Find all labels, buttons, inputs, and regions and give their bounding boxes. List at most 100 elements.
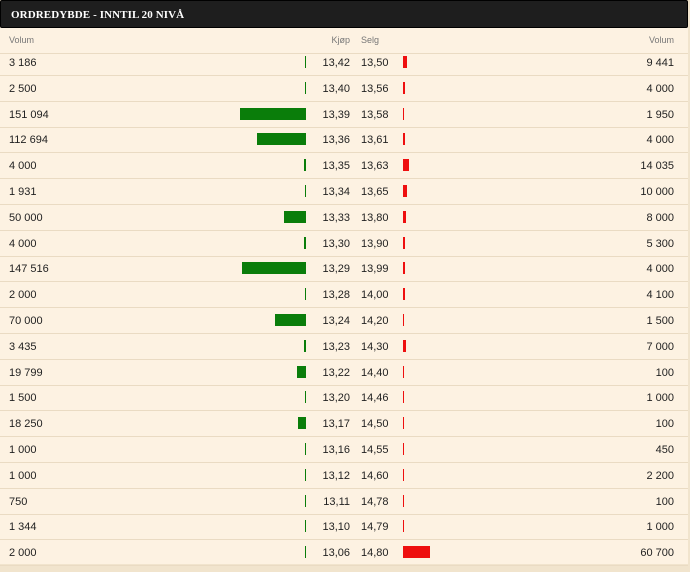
order-row: 70 000 13,24 14,20 1 500 — [0, 308, 688, 334]
sell-depth-bar — [403, 366, 404, 378]
sell-depth-bar — [403, 391, 404, 403]
buy-volume: 151 094 — [9, 109, 49, 121]
sell-depth-bar — [403, 211, 406, 223]
sell-volume: 1 950 — [646, 109, 674, 121]
bid-price: 13,22 — [322, 367, 350, 379]
buy-volume: 147 516 — [9, 263, 49, 275]
buy-depth-bar — [305, 546, 306, 558]
sell-volume: 4 000 — [646, 134, 674, 146]
buy-depth-bar — [305, 391, 306, 403]
buy-volume: 3 435 — [9, 341, 37, 353]
widget-header: ORDREDYBDE - INNTIL 20 NIVÅ — [0, 0, 688, 28]
order-row: 4 000 13,30 13,90 5 300 — [0, 231, 688, 257]
ask-price: 14,50 — [361, 418, 389, 430]
sell-depth-bar — [403, 185, 407, 197]
bid-price: 13,24 — [322, 315, 350, 327]
buy-volume-header: Volum — [9, 35, 35, 45]
sell-depth-bar — [403, 546, 430, 558]
sell-depth-bar — [403, 314, 404, 326]
buy-volume: 50 000 — [9, 212, 43, 224]
buy-volume: 4 000 — [9, 238, 37, 250]
buy-volume: 4 000 — [9, 160, 37, 172]
ask-price: 14,78 — [361, 496, 389, 508]
sell-volume: 100 — [655, 496, 674, 508]
buy-volume: 2 000 — [9, 289, 37, 301]
sell-volume: 10 000 — [640, 186, 674, 198]
widget-title: ORDREDYBDE - INNTIL 20 NIVÅ — [11, 9, 185, 21]
buy-depth-bar — [305, 82, 306, 94]
buy-volume: 2 500 — [9, 83, 37, 95]
bid-price: 13,35 — [322, 160, 350, 172]
ask-price: 13,80 — [361, 212, 389, 224]
order-row: 151 094 13,39 13,58 1 950 — [0, 102, 688, 128]
sell-volume: 1 000 — [646, 392, 674, 404]
bid-price: 13,28 — [322, 289, 350, 301]
sell-volume: 450 — [655, 444, 674, 456]
ask-price: 14,40 — [361, 367, 389, 379]
bid-price: 13,11 — [323, 496, 350, 508]
buy-depth-bar — [304, 340, 306, 352]
ask-price: 13,61 — [361, 134, 389, 146]
order-depth-widget: ORDREDYBDE - INNTIL 20 NIVÅ Volum Kjøp S… — [0, 0, 690, 572]
order-row: 2 500 13,40 13,56 4 000 — [0, 76, 688, 102]
buy-depth-bar — [305, 469, 306, 481]
bid-header: Kjøp — [331, 35, 350, 45]
buy-volume: 1 931 — [9, 186, 37, 198]
order-row: 750 13,11 14,78 100 — [0, 489, 688, 515]
sell-depth-bar — [403, 417, 404, 429]
buy-volume: 1 500 — [9, 392, 37, 404]
sell-volume: 2 200 — [646, 470, 674, 482]
order-row: 1 500 13,20 14,46 1 000 — [0, 385, 688, 411]
buy-depth-bar — [257, 133, 306, 145]
order-row: 112 694 13,36 13,61 4 000 — [0, 127, 688, 153]
order-row: 2 000 13,06 14,80 60 700 — [0, 540, 688, 566]
sell-depth-bar — [403, 82, 405, 94]
bid-price: 13,06 — [322, 547, 350, 559]
order-row: 19 799 13,22 14,40 100 — [0, 360, 688, 386]
buy-volume: 112 694 — [9, 134, 48, 146]
buy-depth-bar — [305, 443, 306, 455]
bid-price: 13,33 — [322, 212, 350, 224]
buy-depth-bar — [305, 56, 306, 68]
sell-volume: 100 — [655, 418, 674, 430]
bid-price: 13,39 — [322, 109, 350, 121]
order-row: 1 344 13,10 14,79 1 000 — [0, 514, 688, 540]
order-row: 3 435 13,23 14,30 7 000 — [0, 334, 688, 360]
ask-price: 13,90 — [361, 238, 389, 250]
bid-price: 13,10 — [322, 521, 350, 533]
sell-depth-bar — [403, 237, 405, 249]
bid-price: 13,36 — [322, 134, 350, 146]
buy-depth-bar — [298, 417, 306, 429]
bid-price: 13,42 — [322, 57, 350, 69]
sell-depth-bar — [403, 159, 409, 171]
sell-depth-bar — [403, 288, 405, 300]
ask-price: 14,60 — [361, 470, 389, 482]
sell-volume: 9 441 — [646, 57, 674, 69]
sell-volume: 1 000 — [646, 521, 674, 533]
ask-price: 13,65 — [361, 186, 389, 198]
bid-price: 13,30 — [322, 238, 350, 250]
ask-price: 14,30 — [361, 341, 389, 353]
buy-volume: 3 186 — [9, 57, 37, 69]
buy-depth-bar — [284, 211, 306, 223]
buy-volume: 1 000 — [9, 444, 37, 456]
bid-price: 13,12 — [322, 470, 350, 482]
order-row: 1 000 13,12 14,60 2 200 — [0, 463, 688, 489]
sell-volume: 4 100 — [646, 289, 674, 301]
sell-depth-bar — [403, 520, 404, 532]
buy-depth-bar — [305, 520, 306, 532]
buy-volume: 19 799 — [9, 367, 43, 379]
bid-price: 13,20 — [322, 392, 350, 404]
sell-volume: 100 — [655, 367, 674, 379]
sell-depth-bar — [403, 133, 405, 145]
bid-price: 13,29 — [322, 263, 350, 275]
bid-price: 13,17 — [322, 418, 350, 430]
order-row: 1 931 13,34 13,65 10 000 — [0, 179, 688, 205]
order-row: 1 000 13,16 14,55 450 — [0, 437, 688, 463]
ask-price: 14,00 — [361, 289, 389, 301]
buy-depth-bar — [275, 314, 306, 326]
buy-depth-bar — [297, 366, 306, 378]
buy-volume: 18 250 — [9, 418, 43, 430]
sell-depth-bar — [403, 56, 407, 68]
ask-price: 14,20 — [361, 315, 389, 327]
